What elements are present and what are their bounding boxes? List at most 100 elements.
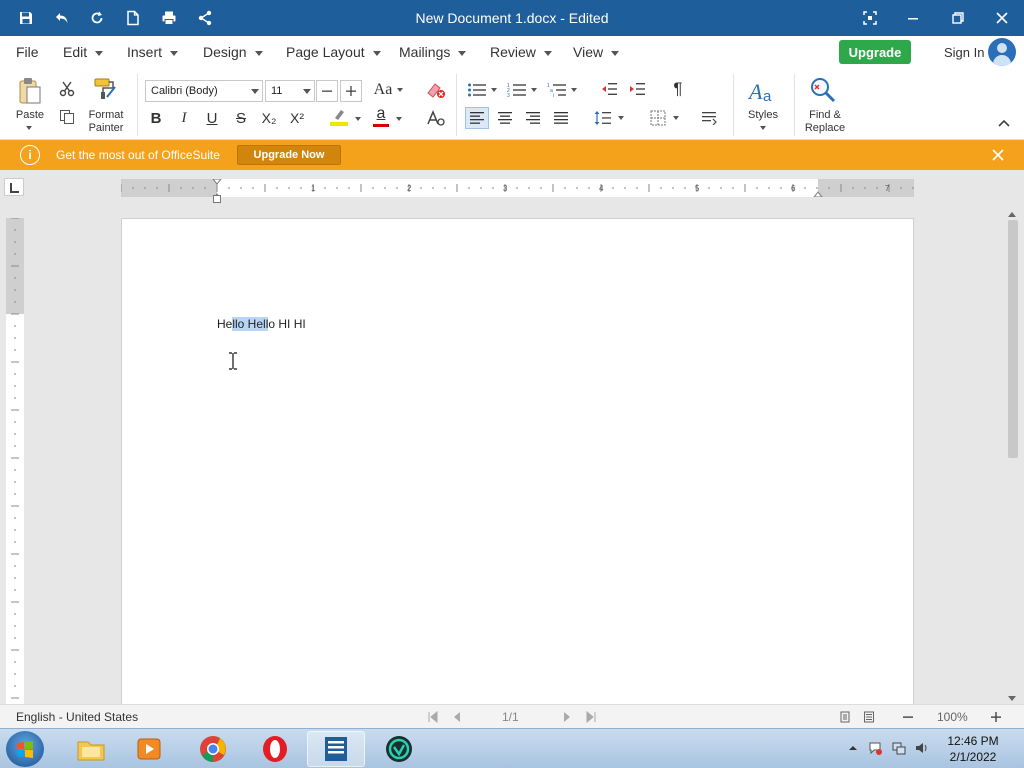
scrollbar-thumb[interactable]: [1008, 220, 1018, 458]
show-formatting-icon[interactable]: ¶: [668, 79, 688, 99]
menu-review[interactable]: Review: [490, 44, 552, 60]
opera-icon[interactable]: [246, 731, 304, 767]
highlight-dropdown-icon[interactable]: [355, 117, 361, 121]
line-spacing-dropdown-icon[interactable]: [618, 116, 624, 120]
menu-mailings[interactable]: Mailings: [399, 44, 467, 60]
tray-expand-icon[interactable]: [846, 741, 860, 755]
numbered-list-icon[interactable]: 123: [506, 80, 528, 100]
menu-file[interactable]: File: [16, 44, 39, 60]
menu-insert[interactable]: Insert: [127, 44, 179, 60]
start-button[interactable]: [6, 731, 44, 767]
change-case-dropdown-icon[interactable]: [397, 88, 403, 92]
underline-button[interactable]: U: [202, 108, 222, 128]
network-icon[interactable]: [892, 741, 906, 755]
decrease-indent-icon[interactable]: [599, 80, 619, 98]
restore-icon[interactable]: [946, 6, 970, 30]
subscript-button[interactable]: X₂: [258, 108, 280, 128]
highlight-icon[interactable]: [329, 108, 349, 126]
italic-button[interactable]: I: [174, 108, 194, 128]
font-color-dropdown-icon[interactable]: [396, 117, 402, 121]
zoom-in-icon[interactable]: [990, 711, 1002, 723]
change-case-button[interactable]: Aa: [371, 79, 395, 101]
sign-in-link[interactable]: Sign In: [944, 45, 984, 60]
bullet-list-icon[interactable]: [466, 80, 488, 100]
scroll-up-icon[interactable]: [1008, 212, 1016, 217]
copy-icon[interactable]: [58, 108, 76, 126]
language-status[interactable]: English - United States: [16, 710, 138, 724]
cut-icon[interactable]: [58, 80, 76, 98]
zoom-level[interactable]: 100%: [937, 710, 968, 724]
web-layout-icon[interactable]: [863, 711, 875, 723]
media-player-icon[interactable]: [120, 731, 178, 767]
previous-page-icon[interactable]: [451, 711, 463, 723]
character-style-icon[interactable]: [425, 108, 447, 128]
menu-page-layout[interactable]: Page Layout: [286, 44, 381, 60]
minimize-icon[interactable]: [901, 6, 925, 30]
document-body-text[interactable]: Hello Hello HI HI: [217, 317, 306, 331]
increase-font-button[interactable]: [340, 80, 362, 102]
horizontal-ruler[interactable]: 1 2 3 4 5 6 7: [121, 179, 914, 197]
file-explorer-icon[interactable]: [62, 731, 120, 767]
align-right-button[interactable]: [522, 107, 544, 129]
document-page[interactable]: Hello Hello HI HI: [121, 218, 914, 718]
close-icon[interactable]: [990, 147, 1006, 163]
fullscreen-icon[interactable]: [858, 6, 882, 30]
menu-design[interactable]: Design: [203, 44, 263, 60]
strikethrough-button[interactable]: S: [231, 108, 251, 128]
numbered-list-dropdown-icon[interactable]: [531, 88, 537, 92]
line-spacing-icon[interactable]: [592, 107, 614, 129]
menu-view[interactable]: View: [573, 44, 620, 60]
vertical-scrollbar[interactable]: [1004, 210, 1022, 704]
increase-indent-icon[interactable]: [627, 80, 647, 98]
paste-dropdown-icon[interactable]: [26, 126, 32, 130]
selected-text[interactable]: llo Hell: [232, 317, 269, 331]
align-left-button[interactable]: [465, 107, 489, 129]
zoom-out-icon[interactable]: [902, 711, 914, 723]
officesuite-icon[interactable]: [307, 731, 365, 767]
decrease-font-button[interactable]: [316, 80, 338, 102]
system-clock[interactable]: 12:46 PM 2/1/2022: [940, 733, 1006, 765]
borders-icon[interactable]: [647, 107, 669, 129]
bullet-list-dropdown-icon[interactable]: [491, 88, 497, 92]
undo-icon[interactable]: [50, 6, 74, 30]
clear-formatting-icon[interactable]: [425, 80, 447, 100]
volume-icon[interactable]: [915, 741, 929, 755]
upgrade-now-button[interactable]: Upgrade Now: [237, 145, 341, 165]
app-shield-icon[interactable]: [370, 731, 428, 767]
justify-button[interactable]: [550, 107, 572, 129]
font-color-button[interactable]: a: [370, 106, 392, 128]
collapse-ribbon-icon[interactable]: [996, 116, 1012, 130]
upgrade-button[interactable]: Upgrade: [839, 40, 911, 64]
format-painter-icon[interactable]: [92, 76, 120, 102]
share-icon[interactable]: [193, 6, 217, 30]
next-page-icon[interactable]: [561, 711, 573, 723]
print-layout-icon[interactable]: [839, 711, 851, 723]
font-name-combo[interactable]: Calibri (Body): [145, 80, 263, 102]
bold-button[interactable]: B: [146, 108, 166, 128]
styles-dropdown-icon[interactable]: [760, 126, 766, 130]
styles-icon[interactable]: Aa: [748, 76, 778, 106]
close-icon[interactable]: [990, 6, 1014, 30]
new-document-icon[interactable]: [121, 6, 145, 30]
tab-stop-selector[interactable]: [4, 178, 24, 196]
last-page-icon[interactable]: [585, 711, 597, 723]
first-page-icon[interactable]: [427, 711, 439, 723]
action-center-icon[interactable]: [868, 741, 882, 755]
paragraph-settings-icon[interactable]: [698, 107, 720, 129]
paste-icon[interactable]: [16, 74, 44, 108]
multilevel-list-dropdown-icon[interactable]: [571, 88, 577, 92]
menu-edit[interactable]: Edit: [63, 44, 104, 60]
superscript-button[interactable]: X²: [286, 108, 308, 128]
find-replace-icon[interactable]: [808, 76, 838, 106]
chrome-icon[interactable]: [184, 731, 242, 767]
scroll-down-icon[interactable]: [1008, 696, 1016, 701]
avatar[interactable]: [988, 38, 1016, 66]
vertical-ruler[interactable]: [6, 218, 24, 704]
save-icon[interactable]: [14, 6, 38, 30]
font-size-combo[interactable]: 11: [265, 80, 315, 102]
borders-dropdown-icon[interactable]: [673, 116, 679, 120]
align-center-button[interactable]: [494, 107, 516, 129]
left-indent-marker[interactable]: [213, 195, 221, 203]
print-icon[interactable]: [157, 6, 181, 30]
redo-icon[interactable]: [85, 6, 109, 30]
